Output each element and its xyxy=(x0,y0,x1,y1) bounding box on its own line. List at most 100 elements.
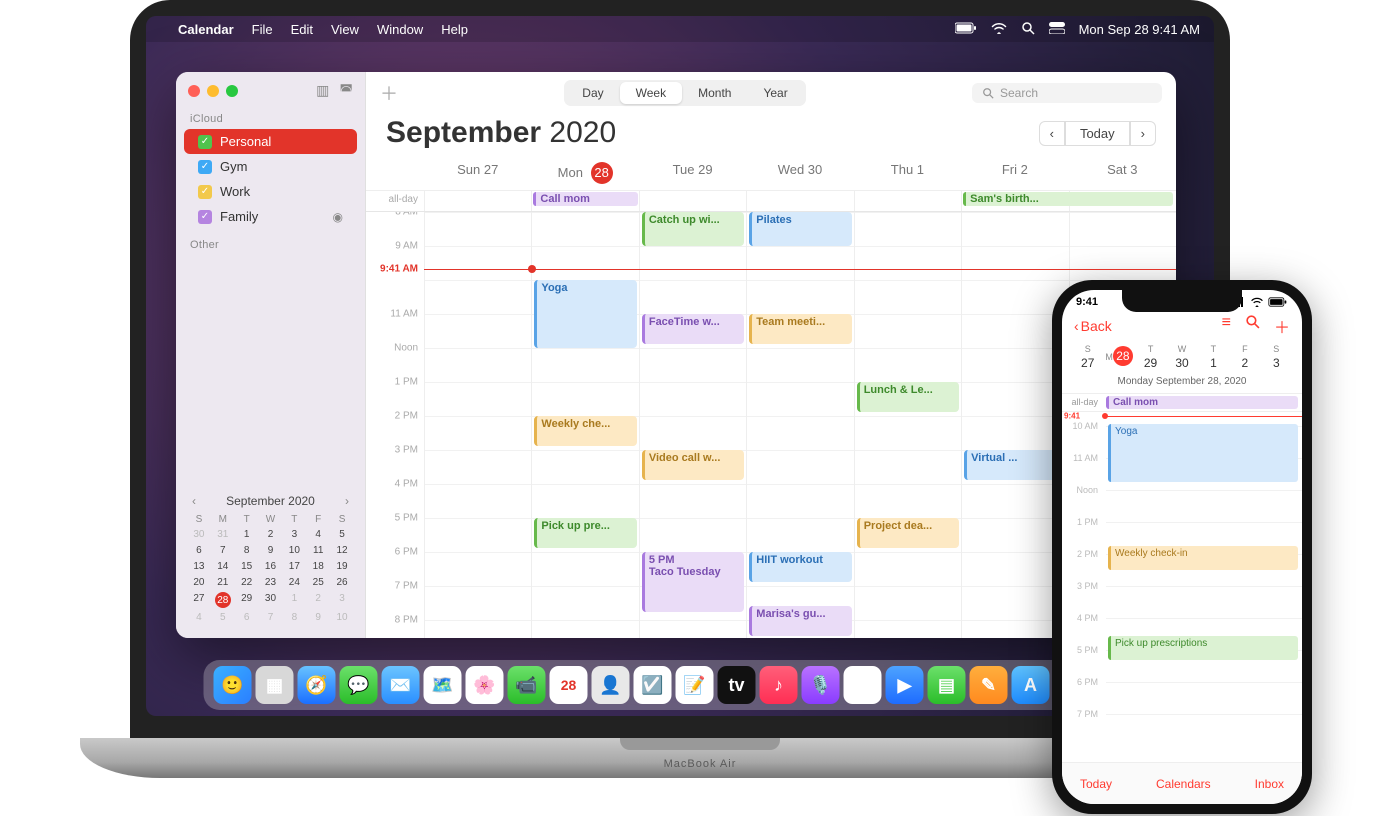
dock-pages[interactable]: ✎ xyxy=(970,666,1008,704)
control-center-icon[interactable] xyxy=(1049,22,1065,37)
day-column[interactable]: YogaWeekly che...Pick up pre... xyxy=(531,212,638,638)
today-button[interactable]: Today xyxy=(1065,121,1130,146)
menu-edit[interactable]: Edit xyxy=(291,22,313,37)
mini-day[interactable]: 2 xyxy=(260,528,282,541)
view-week[interactable]: Week xyxy=(620,82,682,104)
next-week-button[interactable]: › xyxy=(1130,121,1156,146)
sidebar-item-gym[interactable]: ✓Gym xyxy=(184,154,357,179)
mini-day[interactable]: 18 xyxy=(307,560,329,573)
allday-event[interactable]: Sam's birth... xyxy=(963,192,1173,206)
calendar-event[interactable]: HIIT workout xyxy=(749,552,851,582)
ios-allday-event[interactable]: Call mom xyxy=(1106,396,1298,409)
mini-day[interactable]: 1 xyxy=(236,528,258,541)
mini-day[interactable]: 8 xyxy=(283,611,305,624)
mini-day[interactable]: 6 xyxy=(188,544,210,557)
battery-icon[interactable] xyxy=(955,22,977,37)
add-event-button[interactable]: ＋ xyxy=(380,80,398,106)
dock-mail[interactable]: ✉️ xyxy=(382,666,420,704)
mini-day[interactable]: 20 xyxy=(188,576,210,589)
mini-day[interactable]: 11 xyxy=(307,544,329,557)
sidebar-item-work[interactable]: ✓Work xyxy=(184,179,357,204)
menu-view[interactable]: View xyxy=(331,22,359,37)
mini-day[interactable]: 19 xyxy=(331,560,353,573)
dock-keynote[interactable]: ▶ xyxy=(886,666,924,704)
calendar-event[interactable]: Pilates xyxy=(749,212,851,246)
mini-day[interactable]: 26 xyxy=(331,576,353,589)
mini-day[interactable]: 12 xyxy=(331,544,353,557)
dock-calendar[interactable]: 28 xyxy=(550,666,588,704)
mini-day[interactable]: 27 xyxy=(188,592,210,608)
ios-back-button[interactable]: ‹ Back xyxy=(1074,318,1112,334)
dock-appstore[interactable]: A xyxy=(1012,666,1050,704)
mini-next-button[interactable]: › xyxy=(341,494,353,508)
day-column[interactable]: Lunch & Le... Project dea... xyxy=(854,212,961,638)
calendar-event[interactable]: Marisa's gu... xyxy=(749,606,851,636)
calendar-event[interactable]: Pick up pre... xyxy=(534,518,636,548)
ios-event[interactable]: Pick up prescriptions xyxy=(1108,636,1298,660)
mini-day[interactable]: 30 xyxy=(260,592,282,608)
mini-day[interactable]: 1 xyxy=(283,592,305,608)
dock-finder[interactable]: 🙂 xyxy=(214,666,252,704)
mini-day[interactable]: 3 xyxy=(283,528,305,541)
dock-tv[interactable]: tv xyxy=(718,666,756,704)
mini-day[interactable]: 10 xyxy=(283,544,305,557)
mini-day[interactable]: 3 xyxy=(331,592,353,608)
calendar-event[interactable]: Yoga xyxy=(534,280,636,348)
mini-day[interactable]: 25 xyxy=(307,576,329,589)
mini-day[interactable]: 5 xyxy=(331,528,353,541)
dock-maps[interactable]: 🗺️ xyxy=(424,666,462,704)
ios-list-icon[interactable]: ≡ xyxy=(1222,314,1231,338)
ios-tab-calendars[interactable]: Calendars xyxy=(1156,777,1211,791)
calendar-event[interactable]: Lunch & Le... xyxy=(857,382,959,412)
day-column[interactable]: Catch up wi...FaceTime w...Video call w.… xyxy=(639,212,746,638)
dock-reminders[interactable]: ☑️ xyxy=(634,666,672,704)
calendar-event[interactable]: 5 PMTaco Tuesday xyxy=(642,552,744,612)
mini-day[interactable]: 17 xyxy=(283,560,305,573)
day-header[interactable]: Tue 29 xyxy=(639,156,746,190)
menu-help[interactable]: Help xyxy=(441,22,468,37)
sidebar-item-personal[interactable]: ✓Personal xyxy=(184,129,357,154)
close-button[interactable] xyxy=(188,85,200,97)
mini-day[interactable]: 29 xyxy=(236,592,258,608)
dock-photos[interactable]: 🌸 xyxy=(466,666,504,704)
day-header[interactable]: Sun 27 xyxy=(424,156,531,190)
mini-day[interactable]: 8 xyxy=(236,544,258,557)
wifi-icon[interactable] xyxy=(991,22,1007,37)
mini-day[interactable]: 15 xyxy=(236,560,258,573)
day-header[interactable]: Thu 1 xyxy=(854,156,961,190)
ios-week-day[interactable]: S3 xyxy=(1261,342,1292,372)
dock-podcasts[interactable]: 🎙️ xyxy=(802,666,840,704)
mini-day[interactable]: 6 xyxy=(236,611,258,624)
dock-launchpad[interactable]: ▦ xyxy=(256,666,294,704)
ios-week-day[interactable]: W30 xyxy=(1166,342,1197,372)
day-header[interactable]: Mon 28 xyxy=(531,156,638,190)
dock-messages[interactable]: 💬 xyxy=(340,666,378,704)
mini-day[interactable]: 10 xyxy=(331,611,353,624)
mini-day[interactable]: 2 xyxy=(307,592,329,608)
mini-day[interactable]: 9 xyxy=(260,544,282,557)
mini-day[interactable]: 7 xyxy=(212,544,234,557)
calendar-event[interactable]: Catch up wi... xyxy=(642,212,744,246)
ios-tab-today[interactable]: Today xyxy=(1080,777,1112,791)
view-day[interactable]: Day xyxy=(566,82,619,104)
mini-day[interactable]: 21 xyxy=(212,576,234,589)
mini-day[interactable]: 7 xyxy=(260,611,282,624)
mini-day[interactable]: 13 xyxy=(188,560,210,573)
menubar-datetime[interactable]: Mon Sep 28 9:41 AM xyxy=(1079,22,1200,37)
ios-week-day[interactable]: T29 xyxy=(1135,342,1166,372)
ios-week-day[interactable]: T1 xyxy=(1198,342,1229,372)
inbox-icon[interactable]: ◚ xyxy=(339,82,353,99)
calendar-event[interactable]: Project dea... xyxy=(857,518,959,548)
dock-numbers[interactable]: ▤ xyxy=(928,666,966,704)
calendar-event[interactable]: Video call w... xyxy=(642,450,744,480)
dock-contacts[interactable]: 👤 xyxy=(592,666,630,704)
mini-day[interactable]: 30 xyxy=(188,528,210,541)
mini-day[interactable]: 23 xyxy=(260,576,282,589)
menu-window[interactable]: Window xyxy=(377,22,423,37)
minimize-button[interactable] xyxy=(207,85,219,97)
app-menu[interactable]: Calendar xyxy=(178,22,234,37)
mini-day[interactable]: 14 xyxy=(212,560,234,573)
ios-week-day[interactable]: M28 xyxy=(1103,342,1134,372)
sidebar-item-family[interactable]: ✓Family◉ xyxy=(184,204,357,229)
mini-day[interactable]: 5 xyxy=(212,611,234,624)
